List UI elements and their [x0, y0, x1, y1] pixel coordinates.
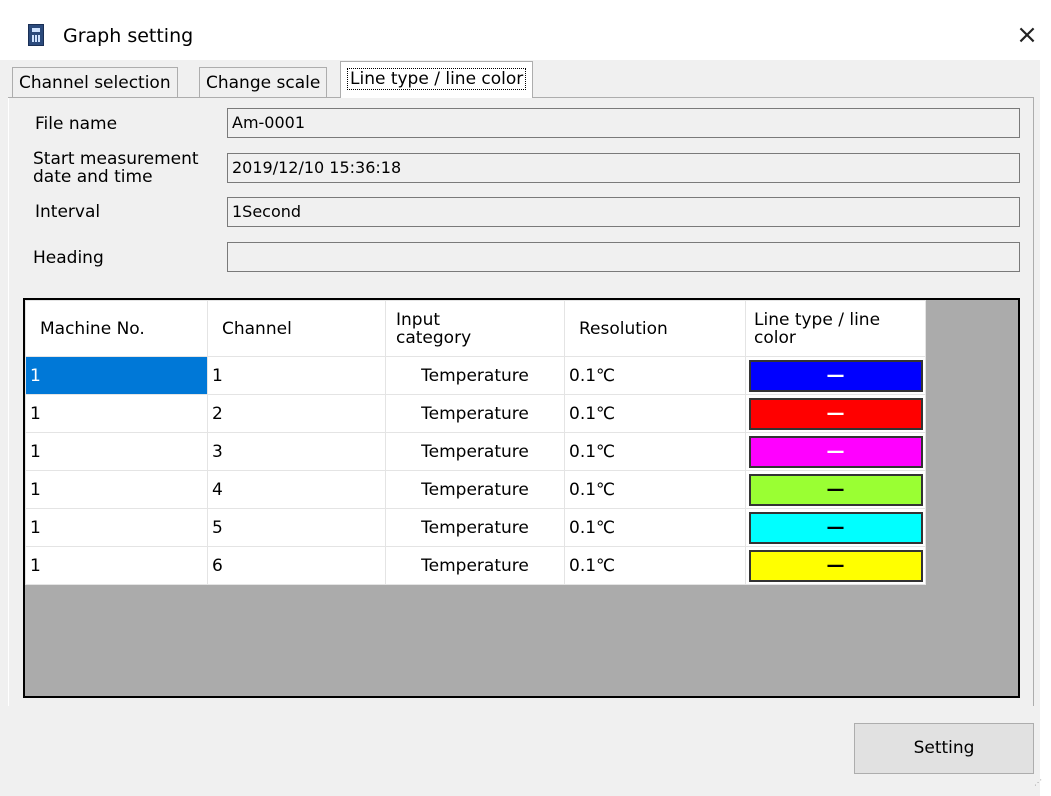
tab-line-type-color[interactable]: Line type / line color: [340, 61, 534, 98]
table-row[interactable]: 1 1 Temperature 0.1℃ —: [25, 356, 926, 395]
header-input-category[interactable]: Input category: [385, 300, 565, 357]
cell-resolution[interactable]: 0.1℃: [564, 356, 746, 395]
interval-label: Interval: [35, 202, 101, 222]
line-color-swatch[interactable]: —: [748, 549, 923, 582]
cell-channel[interactable]: 6: [207, 546, 386, 585]
cell-input-category[interactable]: Temperature: [385, 356, 565, 395]
cell-line-type-color[interactable]: —: [745, 356, 926, 395]
header-line-line1: Line type / line: [754, 309, 881, 330]
cell-channel[interactable]: 1: [207, 356, 386, 395]
cell-input-category[interactable]: Temperature: [385, 508, 565, 547]
cell-resolution[interactable]: 0.1℃: [564, 432, 746, 471]
tab-change-scale[interactable]: Change scale: [199, 67, 328, 97]
cell-line-type-color[interactable]: —: [745, 546, 926, 585]
channel-table: Machine No. Channel Input category Resol…: [25, 300, 926, 585]
cell-input-category[interactable]: Temperature: [385, 546, 565, 585]
close-button[interactable]: ×: [1010, 18, 1044, 52]
cell-machine-no[interactable]: 1: [25, 546, 208, 585]
start-label-line2: date and time: [33, 167, 153, 187]
cell-resolution[interactable]: 0.1℃: [564, 470, 746, 509]
calculator-icon: [28, 24, 44, 46]
table-row[interactable]: 1 6 Temperature 0.1℃ —: [25, 546, 926, 585]
file-name-field: Am-0001: [227, 108, 1020, 138]
table-row[interactable]: 1 5 Temperature 0.1℃ —: [25, 508, 926, 547]
tab-channel-selection[interactable]: Channel selection: [12, 67, 178, 97]
cell-channel[interactable]: 4: [207, 470, 386, 509]
heading-label: Heading: [33, 248, 104, 268]
start-label-line1: Start measurement: [33, 149, 199, 169]
cell-machine-no[interactable]: 1: [25, 394, 208, 433]
cell-machine-no[interactable]: 1: [25, 470, 208, 509]
interval-field: 1Second: [227, 197, 1020, 227]
window-edge: [1040, 0, 1051, 796]
resize-grip-icon[interactable]: ⋰: [1034, 779, 1044, 790]
table-row[interactable]: 1 4 Temperature 0.1℃ —: [25, 470, 926, 509]
header-resolution[interactable]: Resolution: [564, 300, 746, 357]
setting-button[interactable]: Setting: [854, 723, 1034, 774]
table-header-row: Machine No. Channel Input category Resol…: [25, 300, 926, 357]
cell-input-category[interactable]: Temperature: [385, 394, 565, 433]
window-title: Graph setting: [63, 25, 194, 47]
cell-line-type-color[interactable]: —: [745, 432, 926, 471]
cell-machine-no[interactable]: 1: [25, 508, 208, 547]
line-color-swatch[interactable]: —: [748, 511, 923, 544]
cell-channel[interactable]: 5: [207, 508, 386, 547]
header-channel[interactable]: Channel: [207, 300, 386, 357]
cell-channel[interactable]: 2: [207, 394, 386, 433]
cell-resolution[interactable]: 0.1℃: [564, 546, 746, 585]
cell-machine-no[interactable]: 1: [25, 356, 208, 395]
header-line-line2: color: [754, 327, 796, 348]
header-machine-no[interactable]: Machine No.: [25, 300, 208, 357]
table-row[interactable]: 1 2 Temperature 0.1℃ —: [25, 394, 926, 433]
table-row[interactable]: 1 3 Temperature 0.1℃ —: [25, 432, 926, 471]
tab-line-type-color-label: Line type / line color: [347, 68, 527, 90]
header-line-type-color[interactable]: Line type / line color: [745, 300, 926, 357]
heading-field[interactable]: [227, 242, 1020, 272]
cell-line-type-color[interactable]: —: [745, 470, 926, 509]
file-name-label: File name: [35, 114, 118, 134]
start-label: Start measurement date and time: [33, 150, 199, 186]
line-color-swatch[interactable]: —: [748, 473, 923, 506]
line-color-swatch[interactable]: —: [748, 397, 923, 430]
cell-input-category[interactable]: Temperature: [385, 432, 565, 471]
cell-input-category[interactable]: Temperature: [385, 470, 565, 509]
cell-resolution[interactable]: 0.1℃: [564, 394, 746, 433]
header-input-line1: Input: [396, 309, 441, 330]
header-input-line2: category: [396, 327, 472, 348]
cell-line-type-color[interactable]: —: [745, 394, 926, 433]
start-datetime-field: 2019/12/10 15:36:18: [227, 153, 1020, 183]
channel-grid[interactable]: Machine No. Channel Input category Resol…: [23, 298, 1020, 698]
line-color-swatch[interactable]: —: [748, 359, 923, 392]
cell-resolution[interactable]: 0.1℃: [564, 508, 746, 547]
cell-channel[interactable]: 3: [207, 432, 386, 471]
line-color-swatch[interactable]: —: [748, 435, 923, 468]
cell-machine-no[interactable]: 1: [25, 432, 208, 471]
cell-line-type-color[interactable]: —: [745, 508, 926, 547]
